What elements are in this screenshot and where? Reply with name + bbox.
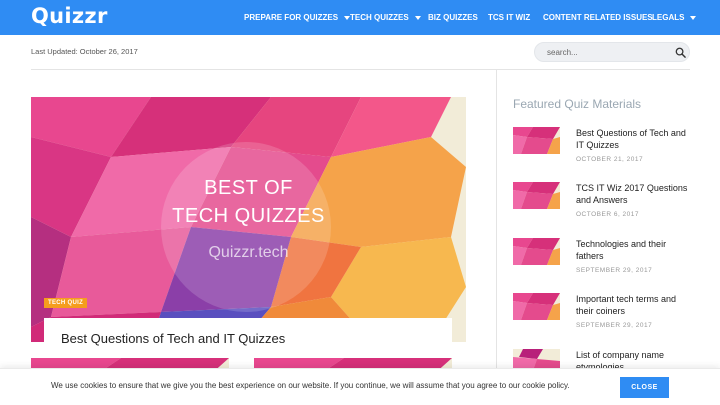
image-brand-watermark: Quizzr.tech — [208, 244, 289, 261]
sidebar-thumbnail[interactable] — [513, 182, 560, 209]
sidebar-thumbnail[interactable] — [513, 293, 560, 320]
cookie-close-button[interactable]: CLOSE — [620, 377, 669, 398]
chevron-down-icon — [690, 15, 697, 20]
nav-item-label: LEGALS — [652, 13, 685, 22]
nav-item-tcs-it-wiz[interactable]: TCS IT WIZ — [488, 0, 530, 35]
nav-item-label: PREPARE FOR QUIZZES — [244, 13, 339, 22]
site-logo[interactable]: Quizzr — [31, 4, 108, 28]
nav-item-label: CONTENT RELATED ISSUES — [543, 13, 653, 22]
sidebar-item-date: SEPTEMBER 29, 2017 — [576, 322, 653, 329]
search-box — [534, 42, 690, 62]
sidebar-item-title[interactable]: Best Questions of Tech and IT Quizzes — [576, 127, 696, 151]
sidebar-thumbnail[interactable] — [513, 238, 560, 265]
featured-post-title[interactable]: Best Questions of Tech and IT Quizzes — [61, 331, 285, 346]
nav-item-label: TCS IT WIZ — [488, 13, 531, 22]
search-input[interactable] — [547, 46, 667, 59]
sidebar-item-title[interactable]: TCS IT Wiz 2017 Questions and Answers — [576, 182, 696, 206]
thumbnail-image — [513, 127, 560, 154]
thumbnail-image — [513, 238, 560, 265]
header-divider — [31, 69, 690, 70]
nav-item-label: BIZ QUIZZES — [428, 13, 478, 22]
nav-item-legals[interactable]: LEGALS — [652, 0, 697, 35]
sidebar-item-date: SEPTEMBER 29, 2017 — [576, 267, 653, 274]
chevron-down-icon — [414, 15, 421, 20]
nav-item-tech-quizzes[interactable]: TECH QUIZZES — [350, 0, 421, 35]
nav-item-biz-quizzes[interactable]: BIZ QUIZZES — [428, 0, 478, 35]
sidebar-thumbnail[interactable] — [513, 127, 560, 154]
thumbnail-image — [513, 182, 560, 209]
top-navigation-bar: Quizzr PREPARE FOR QUIZZES TECH QUIZZES … — [0, 0, 720, 35]
cookie-consent-bar: We use cookies to ensure that we give yo… — [0, 368, 720, 405]
sidebar-item-date: OCTOBER 6, 2017 — [576, 211, 640, 218]
nav-item-label: TECH QUIZZES — [350, 13, 409, 22]
sidebar-divider — [496, 70, 497, 405]
featured-post-image[interactable]: BEST OF TECH QUIZZES Quizzr.tech — [31, 97, 466, 342]
featured-post-card: Best Questions of Tech and IT Quizzes — [44, 318, 452, 358]
image-title-line2: TECH QUIZZES — [172, 205, 325, 227]
last-updated-text: Last Updated: October 26, 2017 — [31, 47, 138, 56]
sidebar-item-title[interactable]: Important tech terms and their coiners — [576, 293, 696, 317]
search-icon[interactable] — [675, 47, 686, 58]
sidebar-heading: Featured Quiz Materials — [513, 97, 642, 111]
nav-item-content-related-issues[interactable]: CONTENT RELATED ISSUES — [543, 0, 653, 35]
image-title-line1: BEST OF — [204, 177, 293, 199]
sidebar-item-title[interactable]: Technologies and their fathers — [576, 238, 696, 262]
cookie-message: We use cookies to ensure that we give yo… — [51, 381, 570, 390]
thumbnail-image — [513, 293, 560, 320]
nav-item-prepare-for-quizzes[interactable]: PREPARE FOR QUIZZES — [244, 0, 351, 35]
category-badge[interactable]: TECH QUIZ — [44, 298, 88, 308]
sidebar-item-date: OCTOBER 21, 2017 — [576, 156, 644, 163]
